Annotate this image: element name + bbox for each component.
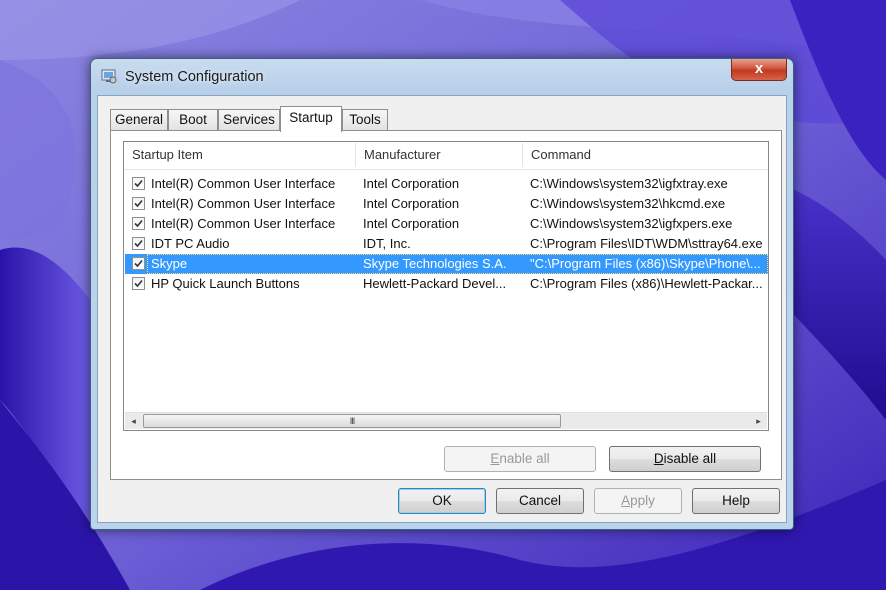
checkmark-icon	[134, 179, 143, 188]
help-label: Help	[722, 493, 750, 508]
disable-all-button[interactable]: Disable all	[609, 446, 761, 472]
horizontal-scrollbar[interactable]: ◂ III ▸	[125, 412, 767, 429]
apply-accel: A	[621, 493, 631, 508]
row-checkbox[interactable]	[132, 197, 145, 210]
scroll-left-button[interactable]: ◂	[125, 413, 142, 429]
manufacturer-name: IDT, Inc.	[363, 236, 411, 251]
manufacturer-name: Hewlett-Packard Devel...	[363, 276, 507, 291]
column-header-startup-item[interactable]: Startup Item	[124, 142, 356, 169]
dialog-client-area: General Boot Services Startup Tools Star…	[97, 95, 787, 523]
manufacturer-name: Intel Corporation	[363, 216, 460, 231]
close-button[interactable]: x	[731, 59, 787, 81]
table-row-selected[interactable]: Skype Skype Technologies S.A. "C:\Progra…	[125, 254, 768, 274]
checkmark-icon	[134, 259, 143, 268]
system-configuration-window: System Configuration x General Boot Serv…	[90, 58, 794, 530]
manufacturer-name: Intel Corporation	[363, 196, 460, 211]
ok-button[interactable]: OK	[398, 488, 486, 514]
checkmark-icon	[134, 219, 143, 228]
command-path: C:\Program Files\IDT\WDM\sttray64.exe	[530, 236, 763, 251]
command-path: C:\Windows\system32\igfxpers.exe	[530, 216, 733, 231]
table-row[interactable]: IDT PC Audio IDT, Inc. C:\Program Files\…	[125, 234, 768, 254]
startup-item-name: IDT PC Audio	[151, 236, 230, 251]
cancel-button[interactable]: Cancel	[496, 488, 584, 514]
row-checkbox[interactable]	[132, 237, 145, 250]
row-checkbox[interactable]	[132, 177, 145, 190]
tab-tools-label: Tools	[349, 112, 381, 127]
cancel-label: Cancel	[518, 493, 562, 508]
checkmark-icon	[134, 199, 143, 208]
scroll-right-button[interactable]: ▸	[750, 413, 767, 429]
system-configuration-icon	[101, 69, 117, 84]
enable-all-accel: E	[490, 451, 500, 466]
tab-tools[interactable]: Tools	[342, 109, 388, 130]
tab-services-label: Services	[223, 112, 275, 127]
grip-icon: III	[349, 416, 355, 426]
enable-all-button[interactable]: Enable all	[444, 446, 596, 472]
startup-item-name: Intel(R) Common User Interface	[151, 196, 336, 211]
startup-tab-panel: Startup Item Manufacturer Command Intel(…	[110, 130, 782, 480]
checkmark-icon	[134, 239, 143, 248]
apply-button[interactable]: Apply	[594, 488, 682, 514]
command-path: C:\Windows\system32\igfxtray.exe	[530, 176, 728, 191]
command-path: "C:\Program Files (x86)\Skype\Phone\...	[530, 256, 761, 271]
checkmark-icon	[134, 279, 143, 288]
row-checkbox[interactable]	[132, 257, 145, 270]
row-checkbox[interactable]	[132, 217, 145, 230]
manufacturer-name: Intel Corporation	[363, 176, 460, 191]
tab-boot[interactable]: Boot	[168, 109, 218, 130]
table-row[interactable]: HP Quick Launch Buttons Hewlett-Packard …	[125, 274, 768, 294]
command-path: C:\Program Files (x86)\Hewlett-Packar...	[530, 276, 763, 291]
startup-item-name: Intel(R) Common User Interface	[151, 216, 336, 231]
row-checkbox[interactable]	[132, 277, 145, 290]
tab-boot-label: Boot	[179, 112, 207, 127]
list-header: Startup Item Manufacturer Command	[124, 142, 768, 170]
command-path: C:\Windows\system32\hkcmd.exe	[530, 196, 726, 211]
column-header-command[interactable]: Command	[523, 142, 768, 169]
window-title: System Configuration	[125, 69, 264, 85]
tab-general[interactable]: General	[110, 109, 168, 130]
close-icon: x	[754, 60, 764, 77]
startup-item-name: Intel(R) Common User Interface	[151, 176, 336, 191]
manufacturer-name: Skype Technologies S.A.	[363, 256, 507, 271]
enable-all-label: nable all	[499, 451, 550, 466]
startup-item-name: Skype	[151, 256, 188, 271]
tab-services[interactable]: Services	[218, 109, 280, 130]
tab-general-label: General	[114, 112, 164, 127]
table-row[interactable]: Intel(R) Common User Interface Intel Cor…	[125, 214, 768, 234]
tab-startup-label: Startup	[289, 110, 333, 125]
disable-all-label: isable all	[663, 451, 717, 466]
arrow-left-icon: ◂	[131, 416, 136, 426]
startup-items-list[interactable]: Startup Item Manufacturer Command Intel(…	[123, 141, 769, 431]
startup-item-name: HP Quick Launch Buttons	[151, 276, 300, 291]
arrow-right-icon: ▸	[756, 416, 761, 426]
title-bar[interactable]: System Configuration x	[91, 59, 793, 95]
table-row[interactable]: Intel(R) Common User Interface Intel Cor…	[125, 194, 768, 214]
tab-startup[interactable]: Startup	[280, 106, 342, 132]
table-row[interactable]: Intel(R) Common User Interface Intel Cor…	[125, 174, 768, 194]
help-button[interactable]: Help	[692, 488, 780, 514]
apply-label: pply	[630, 493, 655, 508]
scrollbar-thumb[interactable]: III	[143, 414, 561, 428]
column-header-manufacturer[interactable]: Manufacturer	[356, 142, 523, 169]
disable-all-accel: D	[653, 451, 664, 466]
ok-label: OK	[432, 493, 452, 508]
